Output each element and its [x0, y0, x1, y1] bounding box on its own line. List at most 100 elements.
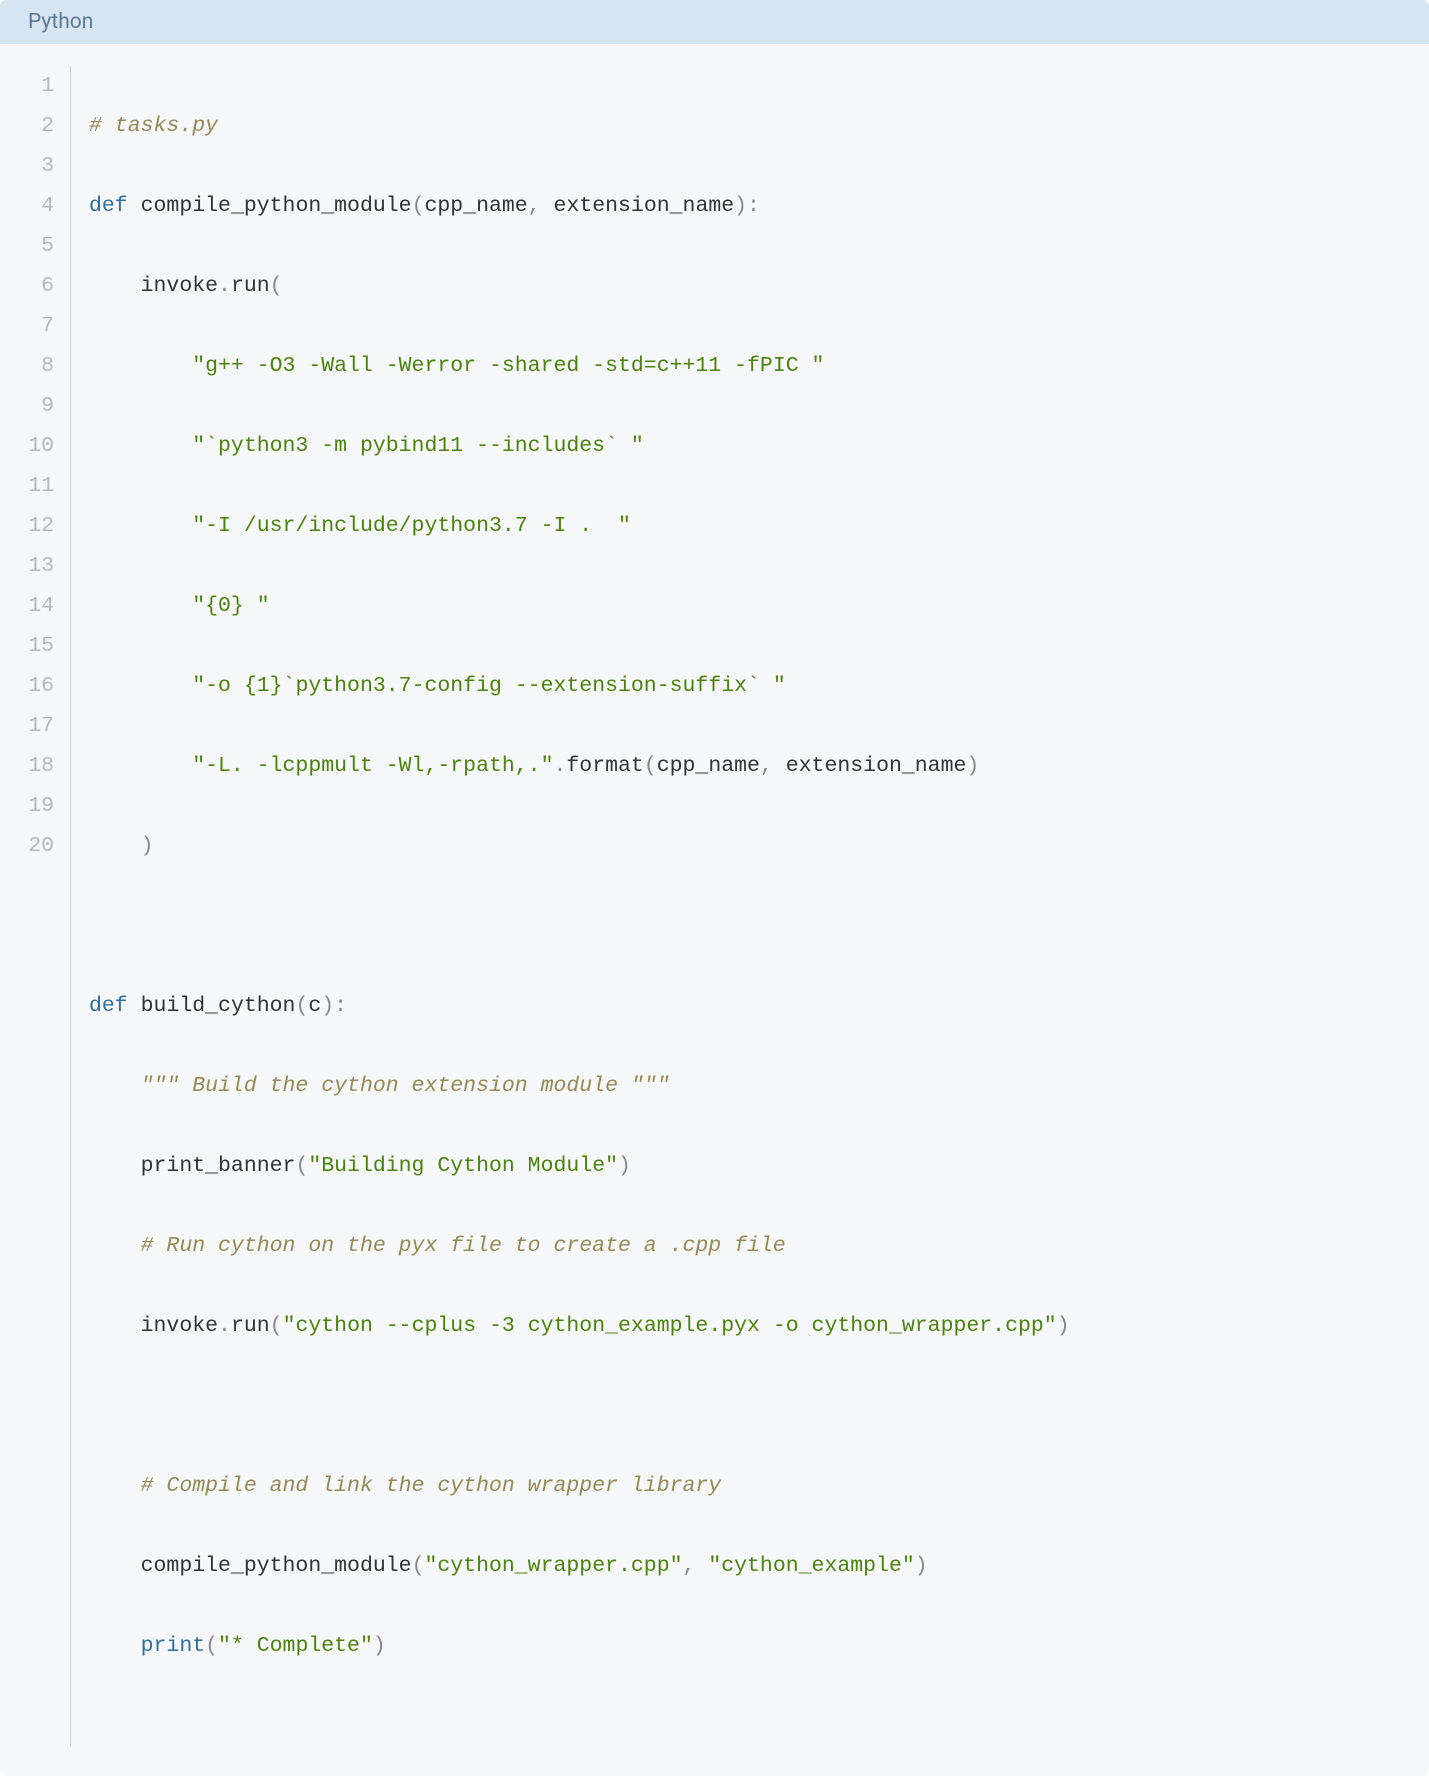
punct: , [760, 754, 773, 778]
line-number: 11 [10, 466, 54, 506]
string: " [244, 594, 270, 618]
punct: ( [295, 994, 308, 1018]
line-number: 15 [10, 626, 54, 666]
code-content[interactable]: # tasks.py def compile_python_module(cpp… [71, 66, 1419, 1746]
string: `python3.7-config --extension-suffix` " [283, 674, 786, 698]
punct: ) [618, 1154, 631, 1178]
code-line: def compile_python_module(cpp_name, exte… [89, 186, 1419, 226]
code-line: invoke.run("cython --cplus -3 cython_exa… [89, 1306, 1419, 1346]
line-number: 20 [10, 826, 54, 866]
punct: ( [295, 1154, 308, 1178]
identifier: invoke [141, 1314, 218, 1338]
punct: ( [270, 1314, 283, 1338]
code-line: "g++ -O3 -Wall -Werror -shared -std=c++1… [89, 346, 1419, 386]
punct: ): [321, 994, 347, 1018]
string-format: {0} [205, 594, 244, 618]
code-line: print_banner("Building Cython Module") [89, 1146, 1419, 1186]
code-line: "-L. -lcppmult -Wl,-rpath,.".format(cpp_… [89, 746, 1419, 786]
string: "cython --cplus -3 cython_example.pyx -o… [283, 1314, 1057, 1338]
string: "-I /usr/include/python3.7 -I . " [192, 514, 631, 538]
string: "* Complete" [218, 1634, 373, 1658]
param: extension_name [554, 194, 735, 218]
code-line: invoke.run( [89, 266, 1419, 306]
line-number: 9 [10, 386, 54, 426]
docstring: """ Build the cython extension module ""… [141, 1074, 670, 1098]
line-number: 8 [10, 346, 54, 386]
line-number: 2 [10, 106, 54, 146]
identifier: run [231, 1314, 270, 1338]
code-line: "-o {1}`python3.7-config --extension-suf… [89, 666, 1419, 706]
string: "cython_example" [708, 1554, 914, 1578]
keyword: def [89, 994, 128, 1018]
string: "`python3 -m pybind11 --includes` " [192, 434, 644, 458]
punct: ( [270, 274, 283, 298]
line-number: 4 [10, 186, 54, 226]
line-number-gutter: 1234567891011121314151617181920 [10, 66, 71, 1746]
string: "cython_wrapper.cpp" [424, 1554, 682, 1578]
line-number: 5 [10, 226, 54, 266]
line-number: 1 [10, 66, 54, 106]
comment-text: # Run cython on the pyx file to create a… [141, 1234, 786, 1258]
identifier: cpp_name [657, 754, 760, 778]
punct: ( [644, 754, 657, 778]
param: cpp_name [424, 194, 527, 218]
line-number: 18 [10, 746, 54, 786]
line-number: 14 [10, 586, 54, 626]
code-language-label: Python [28, 10, 93, 34]
op: . [218, 274, 231, 298]
string: " [192, 594, 205, 618]
code-line: """ Build the cython extension module ""… [89, 1066, 1419, 1106]
identifier: compile_python_module [141, 1554, 412, 1578]
punct: ) [915, 1554, 928, 1578]
code-line: def build_cython(c): [89, 986, 1419, 1026]
identifier: extension_name [786, 754, 967, 778]
line-number: 16 [10, 666, 54, 706]
code-language-header: Python [0, 0, 1429, 44]
op: . [553, 754, 566, 778]
identifier: run [231, 274, 270, 298]
code-line [89, 1386, 1419, 1426]
builtin: print [141, 1634, 206, 1658]
identifier: print_banner [141, 1154, 296, 1178]
code-line: # Run cython on the pyx file to create a… [89, 1226, 1419, 1266]
code-line: # Compile and link the cython wrapper li… [89, 1466, 1419, 1506]
punct: ) [373, 1634, 386, 1658]
punct: ) [1057, 1314, 1070, 1338]
punct: , [683, 1554, 696, 1578]
code-line: "`python3 -m pybind11 --includes` " [89, 426, 1419, 466]
line-number: 10 [10, 426, 54, 466]
punct: ) [966, 754, 979, 778]
string: "-L. -lcppmult -Wl,-rpath,." [192, 754, 553, 778]
param: c [308, 994, 321, 1018]
code-block: Python 1234567891011121314151617181920 #… [0, 0, 1429, 1776]
function-name: compile_python_module [141, 194, 412, 218]
function-name: build_cython [141, 994, 296, 1018]
string: "-o [192, 674, 244, 698]
line-number: 7 [10, 306, 54, 346]
punct: ( [412, 1554, 425, 1578]
punct: ( [412, 194, 425, 218]
code-line: # tasks.py [89, 106, 1419, 146]
punct: ) [141, 834, 154, 858]
punct: ): [734, 194, 760, 218]
keyword: def [89, 194, 128, 218]
code-line: "{0} " [89, 586, 1419, 626]
line-number: 17 [10, 706, 54, 746]
string-format: {1} [244, 674, 283, 698]
comment-text: # tasks.py [89, 114, 218, 138]
punct: ( [205, 1634, 218, 1658]
line-number: 13 [10, 546, 54, 586]
code-line [89, 906, 1419, 946]
string: "g++ -O3 -Wall -Werror -shared -std=c++1… [192, 354, 824, 378]
punct: , [528, 194, 541, 218]
comment-text: # Compile and link the cython wrapper li… [141, 1474, 722, 1498]
code-line: compile_python_module("cython_wrapper.cp… [89, 1546, 1419, 1586]
code-line: print("* Complete") [89, 1626, 1419, 1666]
code-line: "-I /usr/include/python3.7 -I . " [89, 506, 1419, 546]
string: "Building Cython Module" [308, 1154, 618, 1178]
op: . [218, 1314, 231, 1338]
line-number: 12 [10, 506, 54, 546]
line-number: 19 [10, 786, 54, 826]
line-number: 3 [10, 146, 54, 186]
line-number: 6 [10, 266, 54, 306]
